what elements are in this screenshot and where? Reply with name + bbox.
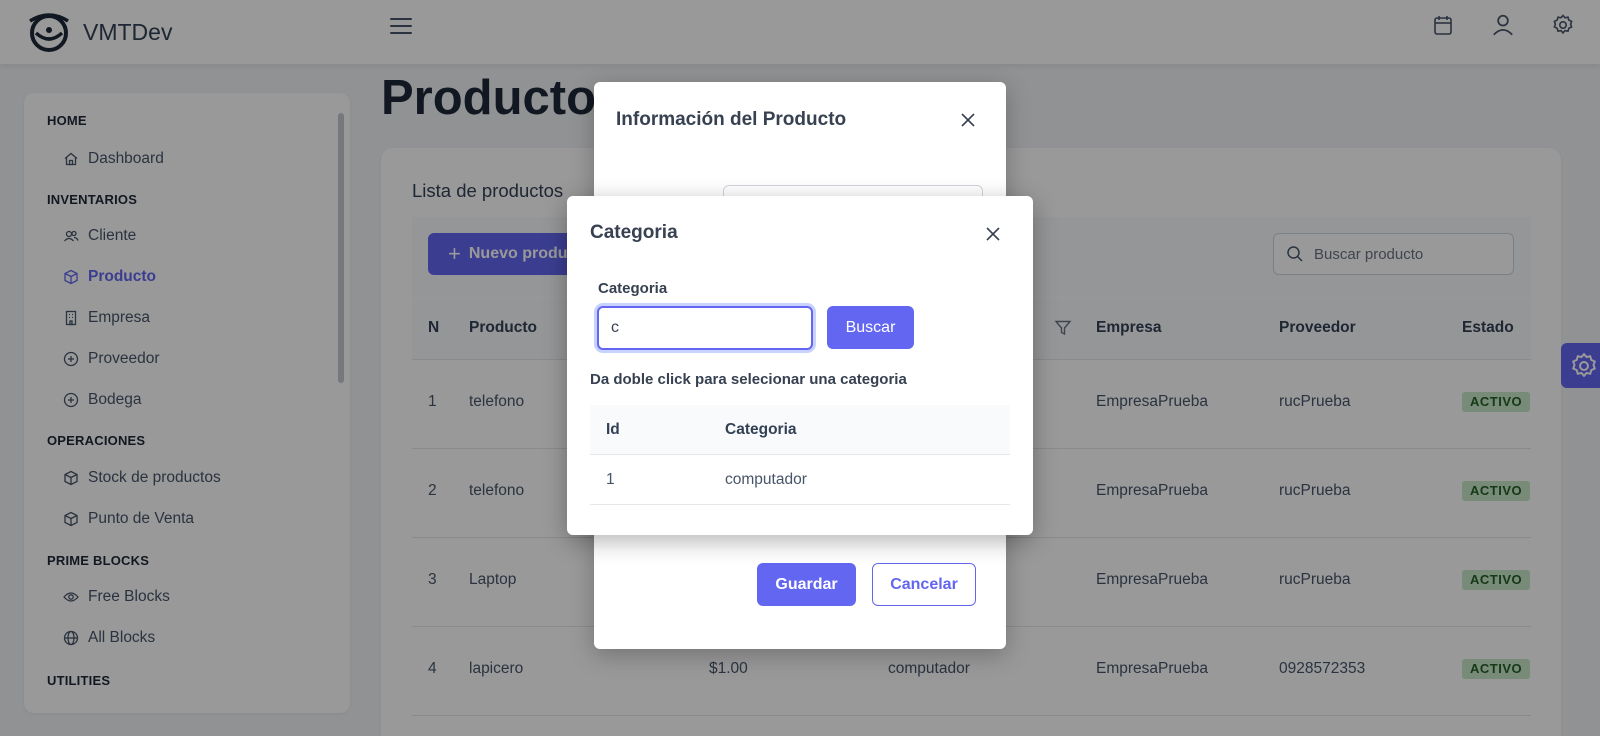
close-icon[interactable] <box>981 222 1005 246</box>
close-icon[interactable] <box>956 108 980 132</box>
category-hint: Da doble click para selecionar una categ… <box>590 371 907 388</box>
product-dialog-title: Información del Producto <box>616 109 847 130</box>
category-dialog-title: Categoria <box>590 222 678 243</box>
category-table-header: Id Categoria <box>590 405 1010 455</box>
category-search-input[interactable] <box>597 306 813 350</box>
save-button[interactable]: Guardar <box>757 563 856 606</box>
table-row[interactable]: 1 computador <box>590 455 1010 505</box>
cancel-button[interactable]: Cancelar <box>872 563 976 606</box>
column-header-id[interactable]: Id <box>606 421 620 439</box>
cell-categoria: computador <box>725 471 807 488</box>
category-dialog: Categoria Categoria Buscar Da doble clic… <box>567 196 1033 535</box>
column-header-categoria[interactable]: Categoria <box>725 421 797 439</box>
cell-id: 1 <box>606 471 615 488</box>
category-field-label: Categoria <box>598 280 668 297</box>
search-button[interactable]: Buscar <box>827 306 914 349</box>
